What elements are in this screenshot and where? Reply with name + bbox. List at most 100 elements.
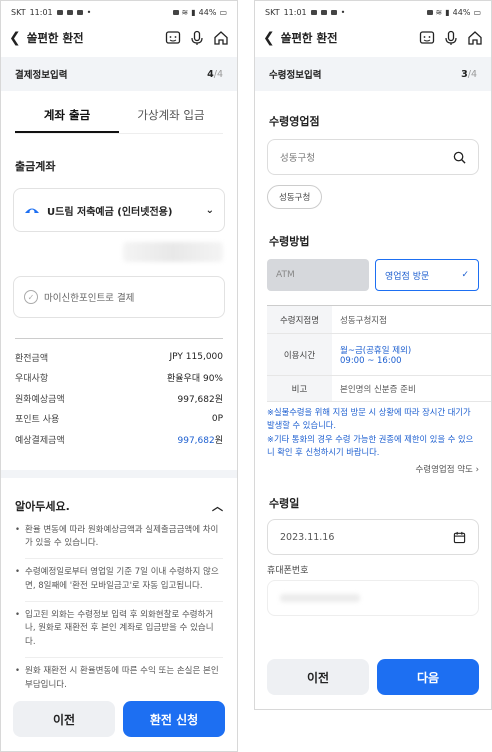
notification-icon (66, 9, 73, 15)
date-label: 수령일 (269, 497, 300, 511)
receive-method-options: ATM 영업점 방문 ✓ (267, 259, 479, 291)
step-indicator: 4/4 (207, 68, 223, 80)
summary-row: 우대사항 환율우대 90% (15, 374, 223, 385)
calendar-icon[interactable] (453, 531, 466, 544)
account-label: 출금계좌 (15, 160, 56, 173)
home-icon[interactable] (213, 30, 229, 46)
notice-item: • 환율 변동에 따라 원화예상금액과 실제출금금액에 차이가 있을 수 있습니다… (15, 524, 219, 549)
notice-list: • 환율 변동에 따라 원화예상금액과 실제출금금액에 차이가 있을 수 있습니다… (1, 524, 237, 693)
microphone-icon[interactable] (189, 30, 205, 46)
home-icon[interactable] (467, 30, 483, 46)
table-row: 비고 본인명의 신분증 준비 (267, 376, 491, 402)
next-button[interactable]: 다음 (377, 659, 479, 695)
section-divider (1, 469, 237, 478)
signal-icon: ▮ (445, 7, 450, 17)
notification-icon (56, 9, 63, 15)
more-dot-icon: • (340, 7, 346, 17)
total-row: 예상결제금액 997,682원 (15, 435, 223, 446)
notice-item: • 원화 재환전 시 환율변동에 따른 수익 또는 손실은 본인 부담입니다. (15, 665, 219, 690)
header-title: 쏠편한 환전 (26, 31, 84, 45)
notice-currency: ※기타 통화의 경우 수령 가능한 권종에 제한이 있을 수 있으니 확인 후 … (267, 433, 474, 457)
notice-header[interactable]: 알아두세요. ︿ (1, 478, 237, 524)
wifi-icon: ≋ (181, 7, 189, 17)
chatbot-icon[interactable] (419, 30, 435, 46)
clock: 11:01 (29, 7, 53, 17)
battery-level: 44% (452, 7, 471, 17)
notification-icon (320, 9, 327, 15)
checkbox-icon[interactable]: ✓ (24, 290, 38, 304)
battery-icon: ▭ (219, 7, 227, 17)
left-screen: SKT 11:01 • ≋ ▮ 44% ▭ ❮ 쏠편한 환전 결제정보입력 4/4 계좌 … (0, 0, 238, 752)
carrier: SKT (11, 7, 26, 17)
notice-item: • 수령예정일로부터 영업일 기준 7일 이내 수령하지 않으면, 8일째에 '환… (15, 567, 219, 591)
step-bar: 결제정보입력 4/4 (1, 57, 237, 91)
chevron-down-icon: ⌄ (205, 204, 214, 216)
check-icon: ✓ (461, 270, 469, 280)
account-select[interactable]: U드림 저축예금 (인터넷전용) ⌄ (14, 189, 224, 231)
tab-virtual-account[interactable]: 가상계좌 입금 (119, 107, 223, 133)
step-title: 결제정보입력 (15, 70, 68, 81)
table-row: 이용시간 월~금(공휴일 제외) 09:00 ~ 16:00 (267, 334, 491, 376)
app-header: ❮ 쏠편한 환전 (255, 23, 491, 53)
branch-search-value: 성동구청 (280, 153, 315, 164)
date-value: 2023.11.16 (280, 531, 335, 543)
amount-summary: 환전금액 JPY 115,000 우대사항 환율우대 90% 원화예상금액 997,6… (1, 339, 237, 450)
account-card[interactable]: U드림 저축예금 (인터넷전용) ⌄ (13, 188, 225, 232)
footer-buttons: 이전 다음 (255, 649, 491, 709)
branch-search-input[interactable]: 성동구청 (267, 139, 479, 175)
prev-button[interactable]: 이전 (13, 701, 115, 737)
mute-icon (426, 9, 433, 15)
battery-icon: ▭ (473, 7, 481, 17)
branch-map-link[interactable]: 수령영업점 약도 › (255, 459, 491, 475)
carrier: SKT (265, 7, 280, 17)
notice-waiting: ※실물수령을 위해 지점 방문 시 상황에 따라 장시간 대기가 발생할 수 있… (267, 407, 471, 431)
right-screen: SKT 11:01 • ≋ ▮ 44% ▭ ❮ 쏠편한 환전 수령정보입력 3/4 수령영… (254, 0, 492, 710)
prev-button[interactable]: 이전 (267, 659, 369, 695)
table-row: 수령지점명 성동구청지점 (267, 306, 491, 334)
summary-row: 환전금액 JPY 115,000 (15, 352, 223, 364)
header-title: 쏠편한 환전 (280, 31, 338, 45)
method-atm[interactable]: ATM (267, 259, 369, 291)
microphone-icon[interactable] (443, 30, 459, 46)
bank-logo-icon (25, 208, 39, 215)
notice-item: • 입고된 외화는 수령정보 입력 후 외화현찰로 수령하거나, 원화로 재환전 … (15, 609, 214, 648)
mute-icon (172, 9, 179, 15)
chatbot-icon[interactable] (165, 30, 181, 46)
step-title: 수령정보입력 (269, 70, 322, 81)
notification-icon (330, 9, 337, 15)
account-name: U드림 저축예금 (인터넷전용) (47, 206, 173, 218)
method-label: 수령방법 (269, 235, 310, 248)
battery-level: 44% (198, 7, 217, 17)
total-amount: 997,682 (177, 435, 215, 446)
more-dot-icon: • (86, 7, 92, 17)
receive-date-input[interactable]: 2023.11.16 (267, 519, 479, 556)
tab-account-withdraw[interactable]: 계좌 출금 (15, 107, 119, 133)
payment-tabs: 계좌 출금 가상계좌 입금 (15, 107, 223, 134)
chevron-up-icon[interactable]: ︿ (212, 498, 223, 514)
step-bar: 수령정보입력 3/4 (255, 57, 491, 91)
point-label: 마이신한포인트로 결제 (44, 293, 135, 304)
step-indicator: 3/4 (461, 68, 477, 80)
back-icon[interactable]: ❮ (9, 30, 21, 46)
wifi-icon: ≋ (435, 7, 443, 17)
summary-row: 포인트 사용 0P (15, 413, 223, 426)
masked-account-number (123, 242, 223, 262)
notice-title: 알아두세요. (15, 499, 70, 513)
branch-info-table: 수령지점명 성동구청지점 이용시간 월~금(공휴일 제외) 09:00 ~ 16:00… (267, 305, 491, 402)
phone-input[interactable] (267, 580, 479, 617)
notification-icon (310, 9, 317, 15)
branch-label: 수령영업점 (269, 115, 320, 128)
phone-label: 휴대폰번호 (267, 566, 309, 577)
search-icon[interactable] (453, 151, 466, 164)
signal-icon: ▮ (191, 7, 196, 17)
notification-icon (76, 9, 83, 15)
point-payment-option[interactable]: ✓ 마이신한포인트로 결제 (13, 276, 225, 318)
masked-phone (280, 594, 360, 603)
status-bar: SKT 11:01 • ≋ ▮ 44% ▭ (255, 1, 491, 23)
apply-exchange-button[interactable]: 환전 신청 (123, 701, 225, 737)
branch-chip[interactable]: 성동구청 (267, 185, 323, 209)
footer-buttons: 이전 환전 신청 (1, 691, 237, 751)
back-icon[interactable]: ❮ (263, 30, 275, 46)
method-branch-visit[interactable]: 영업점 방문 ✓ (375, 259, 479, 291)
status-bar: SKT 11:01 • ≋ ▮ 44% ▭ (1, 1, 237, 23)
